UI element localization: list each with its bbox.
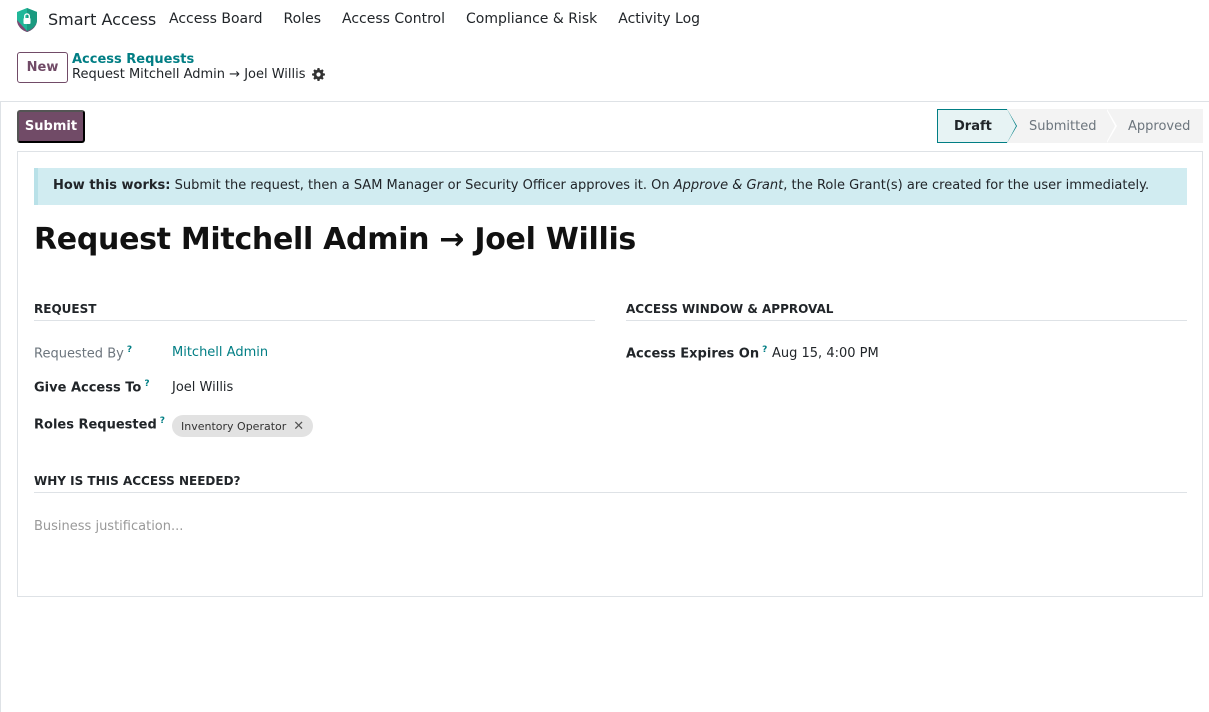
content-left-border	[0, 101, 1, 712]
justification-input[interactable]: Business justification...	[34, 519, 183, 534]
give-access-to-label: Give Access To?	[34, 379, 150, 396]
alert-emphasis: Approve & Grant	[673, 178, 784, 193]
section-divider	[34, 320, 595, 321]
section-title-justification: WHY IS THIS ACCESS NEEDED?	[34, 474, 241, 488]
section-divider	[34, 492, 1187, 493]
access-expires-field[interactable]: Aug 15, 4:00 PM	[772, 346, 879, 361]
give-access-to-field[interactable]: Joel Willis	[172, 380, 233, 395]
help-icon[interactable]: ?	[144, 379, 149, 389]
record-title[interactable]: Request Mitchell Admin → Joel Willis	[34, 222, 636, 257]
breadcrumb: Request Mitchell Admin → Joel Willis	[72, 67, 325, 82]
status-step-label: Draft	[954, 118, 992, 134]
help-icon[interactable]: ?	[160, 416, 165, 426]
section-title-request: REQUEST	[34, 302, 97, 316]
help-icon[interactable]: ?	[127, 345, 132, 355]
app-logo-icon[interactable]	[15, 7, 39, 33]
status-step-draft[interactable]: Draft	[937, 109, 1017, 143]
header-divider	[0, 101, 1209, 102]
main-menu: Access Board Roles Access Control Compli…	[169, 11, 721, 27]
top-navbar: Smart Access Access Board Roles Access C…	[0, 0, 1209, 40]
status-step-approved[interactable]: Approved	[1106, 109, 1203, 143]
menu-compliance-risk[interactable]: Compliance & Risk	[466, 11, 597, 27]
close-icon[interactable]: ✕	[293, 419, 304, 434]
help-icon[interactable]: ?	[762, 345, 767, 355]
status-step-label: Submitted	[1029, 118, 1097, 134]
status-step-label: Approved	[1128, 118, 1191, 134]
section-divider	[626, 320, 1187, 321]
roles-requested-label: Roles Requested?	[34, 416, 165, 433]
new-button[interactable]: New	[17, 52, 68, 83]
requested-by-label: Requested By?	[34, 345, 133, 362]
access-expires-label: Access Expires On?	[626, 345, 768, 362]
alert-text-after: , the Role Grant(s) are created for the …	[783, 178, 1150, 193]
menu-access-board[interactable]: Access Board	[169, 11, 263, 27]
app-name[interactable]: Smart Access	[48, 10, 156, 29]
info-alert: How this works: Submit the request, then…	[34, 168, 1187, 205]
status-bar: Draft Submitted Approved	[937, 109, 1203, 143]
submit-button[interactable]: Submit	[17, 110, 85, 143]
section-title-access-window: ACCESS WINDOW & APPROVAL	[626, 302, 834, 316]
breadcrumb-access-requests[interactable]: Access Requests	[72, 52, 194, 67]
gear-icon[interactable]	[311, 68, 325, 81]
alert-text-before: Submit the request, then a SAM Manager o…	[170, 178, 674, 193]
menu-roles[interactable]: Roles	[284, 11, 321, 27]
menu-access-control[interactable]: Access Control	[342, 11, 445, 27]
requested-by-value[interactable]: Mitchell Admin	[172, 345, 268, 360]
form-sheet: How this works: Submit the request, then…	[17, 151, 1203, 597]
status-step-submitted[interactable]: Submitted	[1007, 109, 1117, 143]
alert-lead: How this works:	[53, 178, 171, 193]
menu-activity-log[interactable]: Activity Log	[618, 11, 700, 27]
role-tag-label: Inventory Operator	[181, 419, 287, 433]
role-tag[interactable]: Inventory Operator ✕	[172, 415, 314, 437]
breadcrumb-current-record: Request Mitchell Admin → Joel Willis	[72, 67, 306, 82]
